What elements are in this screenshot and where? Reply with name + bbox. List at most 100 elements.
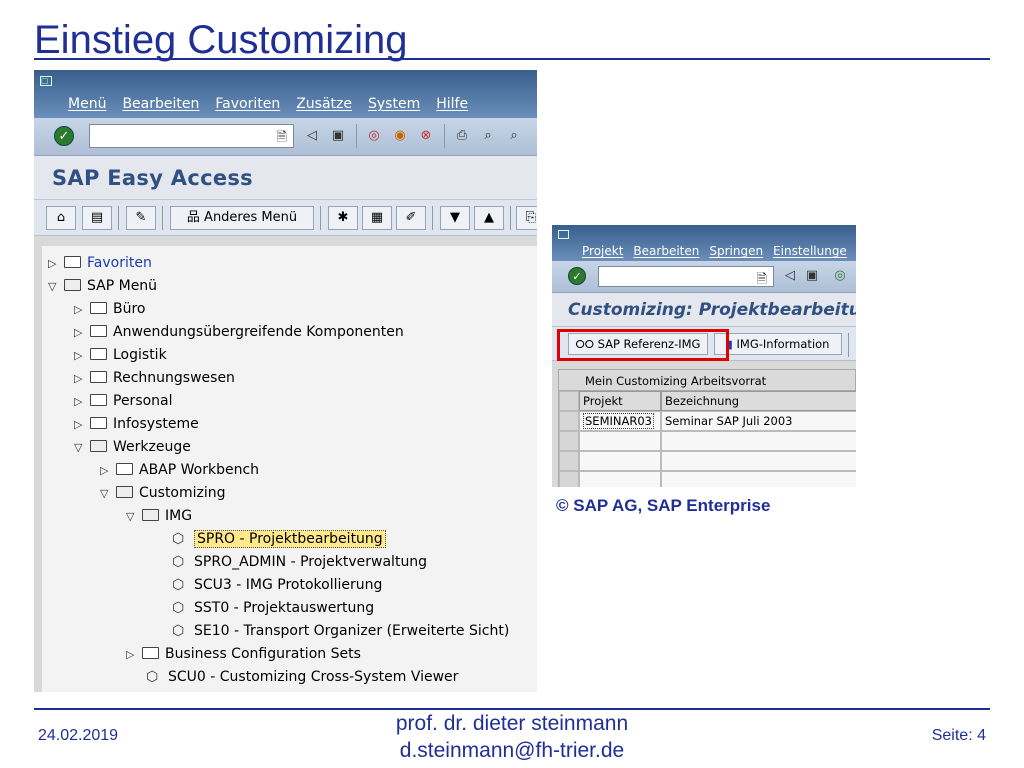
- tree-node-favoriten[interactable]: ▷ Favoriten: [48, 252, 152, 275]
- menu-item-projekt[interactable]: Projekt: [582, 244, 623, 258]
- row-selector[interactable]: [559, 411, 579, 431]
- select-all-cell[interactable]: [559, 391, 579, 411]
- expand-icon[interactable]: ▷: [74, 367, 88, 390]
- back-icon[interactable]: ◎: [830, 266, 850, 286]
- tree-node-customizing[interactable]: ▽ Customizing: [100, 482, 226, 505]
- collapse-icon[interactable]: ▽: [126, 505, 140, 528]
- standard-toolbar: ✓ 🗎 ◁ ▣ ◎ ◉ ⊗ ⎙ ⌕ ⌕: [34, 118, 537, 156]
- transaction-cube-icon: ⬡: [172, 577, 185, 593]
- application-toolbar: ⌂ ▤ ✎ 品 Anderes Menü ✱ ▦ ✐ ▼ ▲ ⎘: [34, 200, 537, 236]
- expand-icon[interactable]: ▷: [100, 459, 114, 482]
- collapse-icon[interactable]: ▽: [48, 275, 62, 298]
- tree-node-sap-menu[interactable]: ▽ SAP Menü: [48, 275, 157, 298]
- menu-item-bearbeiten[interactable]: Bearbeiten: [122, 96, 199, 112]
- expand-icon[interactable]: ▷: [74, 321, 88, 344]
- cancel-icon[interactable]: ⊗: [416, 126, 436, 146]
- find-next-icon[interactable]: ⌕: [504, 126, 524, 146]
- row-selector[interactable]: [559, 451, 579, 471]
- tree-node-business-config-sets[interactable]: ▷ Business Configuration Sets: [126, 643, 361, 666]
- window-menu-icon[interactable]: [558, 230, 569, 239]
- expand-icon[interactable]: ▷: [74, 344, 88, 367]
- row-selector[interactable]: [559, 431, 579, 451]
- expand-icon[interactable]: ▷: [74, 298, 88, 321]
- tree-node-se10[interactable]: ⬡ SE10 - Transport Organizer (Erweiterte …: [172, 620, 509, 643]
- screen-title: SAP Easy Access: [52, 166, 253, 190]
- tree-node-anwendungsuebergreifende[interactable]: ▷ Anwendungsübergreifende Komponenten: [74, 321, 404, 344]
- menu-item-springen[interactable]: Springen: [709, 244, 763, 258]
- tree-node-img[interactable]: ▽ IMG: [126, 505, 192, 528]
- enter-check-icon[interactable]: ✓: [54, 126, 74, 146]
- collapse-icon[interactable]: ▽: [74, 436, 88, 459]
- command-field[interactable]: 🗎: [598, 266, 774, 287]
- back-arrow-icon[interactable]: ◁: [780, 266, 800, 286]
- tree-node-scu3[interactable]: ⬡ SCU3 - IMG Protokollierung: [172, 574, 382, 597]
- tree-node-scu0[interactable]: ⬡ SCU0 - Customizing Cross-System Viewer: [146, 666, 458, 689]
- exit-icon[interactable]: ◉: [390, 126, 410, 146]
- folder-icon: [116, 463, 133, 475]
- table-cell-empty[interactable]: [579, 431, 661, 451]
- command-history-icon[interactable]: 🗎: [277, 128, 287, 150]
- toolbar-separator: [432, 206, 433, 230]
- tree-node-rechnungswesen[interactable]: ▷ Rechnungswesen: [74, 367, 235, 390]
- tree-node-infosysteme[interactable]: ▷ Infosysteme: [74, 413, 199, 436]
- menu-item-zusaetze[interactable]: Zusätze: [296, 96, 352, 112]
- create-role-icon[interactable]: ✱: [328, 206, 358, 230]
- table-cell-empty[interactable]: [661, 451, 856, 471]
- folder-icon: [142, 647, 159, 659]
- collapse-icon[interactable]: ▽: [100, 482, 114, 505]
- command-field[interactable]: 🗎: [89, 124, 294, 148]
- back-arrow-icon[interactable]: ◁: [302, 126, 322, 146]
- command-history-icon[interactable]: 🗎: [757, 270, 767, 292]
- row-selector[interactable]: [559, 471, 579, 487]
- tree-node-werkzeuge[interactable]: ▽ Werkzeuge: [74, 436, 191, 459]
- assign-users-icon[interactable]: ▦: [362, 206, 392, 230]
- toolbar-separator: [118, 206, 119, 230]
- back-icon[interactable]: ◎: [364, 126, 384, 146]
- table-cell-bezeichnung[interactable]: Seminar SAP Juli 2003: [661, 411, 856, 431]
- tree-node-spro[interactable]: ⬡ SPRO - Projektbearbeitung: [172, 528, 386, 551]
- table-cell-empty[interactable]: [579, 451, 661, 471]
- other-menu-button[interactable]: 品 Anderes Menü: [170, 206, 314, 230]
- menu-item-menue[interactable]: Menü: [68, 96, 106, 112]
- window-top-bar: ☐ Menü Bearbeiten Favoriten Zusätze Syst…: [34, 70, 537, 118]
- table-cell-empty[interactable]: [579, 471, 661, 487]
- expand-icon[interactable]: ▷: [74, 413, 88, 436]
- tree-node-logistik[interactable]: ▷ Logistik: [74, 344, 167, 367]
- save-icon[interactable]: ▣: [802, 266, 822, 286]
- pencil-icon[interactable]: ✐: [396, 206, 426, 230]
- expand-icon[interactable]: ▷: [74, 390, 88, 413]
- transaction-cube-icon: ⬡: [172, 531, 185, 547]
- tree-node-buero[interactable]: ▷ Büro: [74, 298, 146, 321]
- screen-title-bar: Customizing: Projektbearbeitun: [552, 293, 856, 327]
- menu-item-favoriten[interactable]: Favoriten: [215, 96, 280, 112]
- window-menu-icon[interactable]: ☐: [40, 76, 52, 86]
- table-cell-empty[interactable]: [661, 431, 856, 451]
- menu-item-hilfe[interactable]: Hilfe: [436, 96, 468, 112]
- standard-toolbar: ✓ 🗎 ◁ ▣ ◎: [552, 261, 856, 293]
- add-favorite-button[interactable]: ✎: [126, 206, 156, 230]
- tree-node-abap-workbench[interactable]: ▷ ABAP Workbench: [100, 459, 259, 482]
- column-header-bezeichnung[interactable]: Bezeichnung: [661, 391, 856, 411]
- expand-icon[interactable]: ▷: [48, 252, 62, 275]
- save-icon[interactable]: ▣: [328, 126, 348, 146]
- move-up-icon[interactable]: ▲: [474, 206, 504, 230]
- documentation-icon[interactable]: ⎘: [516, 206, 537, 230]
- table-cell-empty[interactable]: [661, 471, 856, 487]
- tree-node-spro-admin[interactable]: ⬡ SPRO_ADMIN - Projektverwaltung: [172, 551, 427, 574]
- tree-node-sst0[interactable]: ⬡ SST0 - Projektauswertung: [172, 597, 374, 620]
- menu-item-bearbeiten[interactable]: Bearbeiten: [633, 244, 699, 258]
- enter-check-icon[interactable]: ✓: [568, 267, 586, 285]
- expand-icon[interactable]: ▷: [126, 643, 140, 666]
- table-cell-projekt[interactable]: SEMINAR03: [579, 411, 661, 431]
- user-menu-button[interactable]: ⌂: [46, 206, 76, 230]
- sap-menu-button[interactable]: ▤: [82, 206, 112, 230]
- column-header-projekt[interactable]: Projekt: [579, 391, 661, 411]
- move-down-icon[interactable]: ▼: [440, 206, 470, 230]
- menu-item-system[interactable]: System: [368, 96, 420, 112]
- menu-item-einstellungen[interactable]: Einstellunge: [773, 244, 847, 258]
- print-icon[interactable]: ⎙: [452, 126, 472, 146]
- find-icon[interactable]: ⌕: [478, 126, 498, 146]
- tree-node-personal[interactable]: ▷ Personal: [74, 390, 173, 413]
- transaction-cube-icon: ⬡: [146, 669, 159, 685]
- img-information-button[interactable]: ▮ IMG-Information: [714, 333, 842, 355]
